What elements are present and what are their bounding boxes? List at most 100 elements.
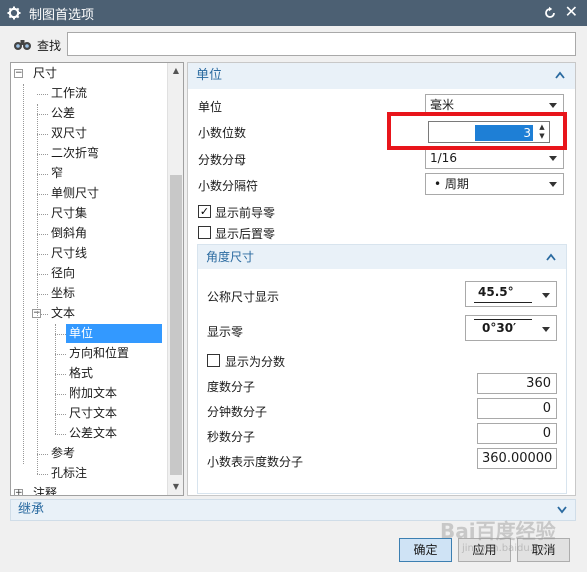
tree-item[interactable]: 双尺寸 xyxy=(51,124,87,143)
show-trailing-zeros-label: 显示后置零 xyxy=(215,227,276,241)
tree-item[interactable]: 格式 xyxy=(69,364,93,383)
tree-scrollbar[interactable]: ▲ ▼ xyxy=(167,63,183,495)
tree-item[interactable]: 附加文本 xyxy=(69,384,117,403)
tree-connector xyxy=(37,194,48,195)
tree-connector xyxy=(37,214,48,215)
decimal-degree-numerator-label: 小数表示度数分子 xyxy=(207,455,304,469)
tree-connector xyxy=(55,334,66,335)
tree-connector xyxy=(37,94,48,95)
nominal-display-value: 45.5° xyxy=(478,285,514,299)
tree-connector xyxy=(55,434,66,435)
collapse-icon[interactable] xyxy=(555,71,565,79)
show-as-fraction-checkbox[interactable] xyxy=(207,354,220,367)
tree-item[interactable]: 注释 xyxy=(33,484,57,495)
tree-item[interactable]: 坐标 xyxy=(51,284,75,303)
collapse-icon[interactable]: − xyxy=(14,69,23,78)
tree-item[interactable]: 文本 xyxy=(51,304,75,323)
tree-item[interactable]: 工作流 xyxy=(51,84,87,103)
gear-icon xyxy=(7,6,21,20)
tree-item[interactable]: 尺寸文本 xyxy=(69,404,117,423)
second-numerator-input[interactable]: 0 xyxy=(477,423,557,444)
chevron-down-icon xyxy=(549,156,557,161)
degree-numerator-input[interactable]: 360 xyxy=(477,373,557,394)
tree-connector xyxy=(37,114,48,115)
tree-item[interactable]: 尺寸 xyxy=(33,64,57,83)
reset-icon[interactable] xyxy=(543,6,557,20)
chevron-down-icon xyxy=(542,293,550,298)
angle-dimension-group: 角度尺寸 公称尺寸显示 45.5° 显示零 0°30′ 显示为分数 度数分子 3… xyxy=(197,244,567,494)
unit-label: 单位 xyxy=(198,100,223,114)
units-section-title: 单位 xyxy=(196,68,223,83)
tree-item[interactable]: 方向和位置 xyxy=(69,344,129,363)
inherit-label: 继承 xyxy=(18,502,45,517)
tree-item[interactable]: 二次折弯 xyxy=(51,144,99,163)
tree-connector xyxy=(55,414,66,415)
expand-icon[interactable]: + xyxy=(14,489,23,495)
nominal-display-label: 公称尺寸显示 xyxy=(207,290,280,304)
fraction-denominator-value: 1/16 xyxy=(430,151,457,165)
tree-item[interactable]: 单侧尺寸 xyxy=(51,184,99,203)
watermark-url: jingyan.baidu.com xyxy=(462,543,555,554)
tree-connector xyxy=(55,394,66,395)
tree-connector xyxy=(55,374,66,375)
fraction-denominator-label: 分数分母 xyxy=(198,153,247,167)
chevron-down-icon xyxy=(549,103,557,108)
decimal-separator-select[interactable]: • 周期 xyxy=(425,173,564,195)
decimal-separator-value: • 周期 xyxy=(434,177,469,191)
tree-connector xyxy=(37,154,48,155)
tree-item[interactable]: 窄 xyxy=(51,164,63,183)
minute-numerator-input[interactable]: 0 xyxy=(477,398,557,419)
search-label: 查找 xyxy=(37,39,62,53)
tree-item[interactable]: 公差 xyxy=(51,104,75,123)
tree-connector xyxy=(37,104,38,474)
highlight-annotation xyxy=(387,112,567,150)
binoculars-icon xyxy=(14,40,31,50)
second-numerator-label: 秒数分子 xyxy=(207,430,256,444)
category-tree[interactable]: 尺寸 − 工作流 公差 双尺寸 二次折弯窄单侧尺寸 尺寸集 倒斜角 尺寸线 径向 坐标 文本 − 单位 方向… xyxy=(10,62,184,496)
collapse-icon[interactable] xyxy=(546,253,556,261)
tree-item[interactable]: 径向 xyxy=(51,264,75,283)
chevron-down-icon xyxy=(542,327,550,332)
unit-value: 毫米 xyxy=(430,98,455,112)
tree-item[interactable]: 公差文本 xyxy=(69,424,117,443)
decimal-separator-label: 小数分隔符 xyxy=(198,179,259,193)
angle-section-title: 角度尺寸 xyxy=(206,250,255,264)
minute-numerator-label: 分钟数分子 xyxy=(207,405,268,419)
expand-icon[interactable] xyxy=(557,506,567,514)
close-icon[interactable]: ✕ xyxy=(565,4,578,20)
show-leading-zeros-checkbox[interactable]: ✓ xyxy=(198,205,211,218)
angle-section-header[interactable]: 角度尺寸 xyxy=(198,245,566,269)
show-zeros-label: 显示零 xyxy=(207,325,244,339)
tree-connector xyxy=(37,454,48,455)
nominal-display-select[interactable]: 45.5° xyxy=(465,281,557,307)
show-leading-zeros-label: 显示前导零 xyxy=(215,206,276,220)
tree-connector xyxy=(37,254,48,255)
tree-connector xyxy=(37,474,48,475)
tree-connector xyxy=(55,354,66,355)
tree-item[interactable]: 孔标注 xyxy=(51,464,87,483)
chevron-down-icon xyxy=(549,182,557,187)
show-trailing-zeros-checkbox[interactable] xyxy=(198,226,211,239)
dimension-underline xyxy=(474,302,532,303)
tree-item[interactable]: 单位 xyxy=(66,324,162,343)
scroll-up-icon[interactable]: ▲ xyxy=(168,63,183,79)
tree-item[interactable]: 参考 xyxy=(51,444,75,463)
tree-connector xyxy=(37,274,48,275)
watermark-logo: Bai百度经验 xyxy=(440,519,556,543)
tree-item[interactable]: 尺寸集 xyxy=(51,204,87,223)
dimension-overline xyxy=(474,319,532,320)
tree-item[interactable]: 倒斜角 xyxy=(51,224,87,243)
units-section-header[interactable]: 单位 xyxy=(188,63,575,89)
tree-item[interactable]: 尺寸线 xyxy=(51,244,87,263)
show-zeros-select[interactable]: 0°30′ xyxy=(465,315,557,341)
tree-connector xyxy=(37,134,48,135)
title-bar: 制图首选项 ✕ xyxy=(0,0,587,26)
decimal-places-label: 小数位数 xyxy=(198,126,247,140)
search-input[interactable] xyxy=(67,32,576,56)
decimal-degree-numerator-input[interactable]: 360.00000 xyxy=(477,448,557,469)
search-row: 查找 xyxy=(0,26,587,62)
scroll-thumb[interactable] xyxy=(170,175,182,475)
scroll-down-icon[interactable]: ▼ xyxy=(168,479,183,495)
fraction-denominator-select[interactable]: 1/16 xyxy=(425,147,564,169)
show-zeros-value: 0°30′ xyxy=(482,321,517,335)
